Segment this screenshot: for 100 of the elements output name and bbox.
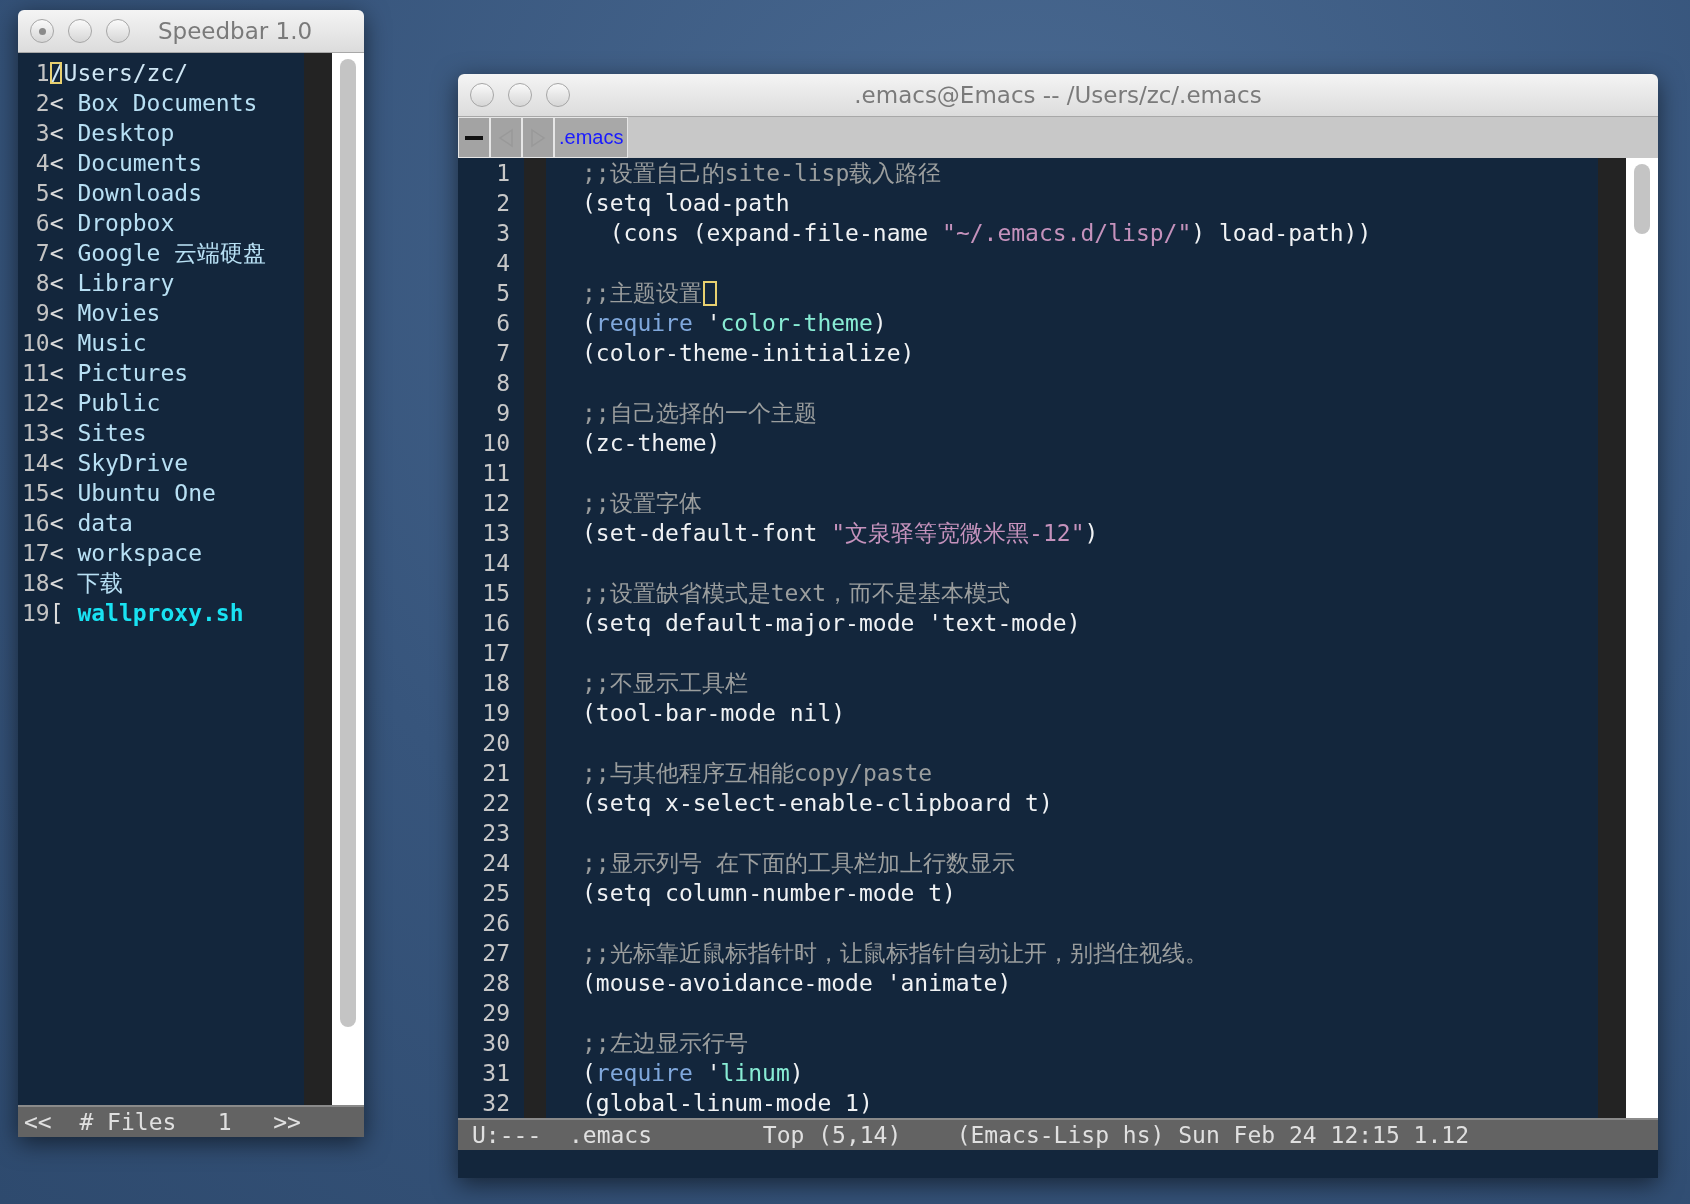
directory-entry[interactable]: SkyDrive: [77, 448, 189, 478]
cursor-position: Top (5,14): [762, 1122, 902, 1148]
directory-entry[interactable]: Pictures: [77, 358, 189, 388]
directory-entry[interactable]: 下载: [77, 568, 124, 598]
line-number: 16: [481, 609, 510, 638]
directory-entry[interactable]: workspace: [77, 538, 202, 568]
line-number: 7: [495, 339, 510, 368]
code-comment: ;;左边显示行号: [582, 1029, 748, 1058]
expand-marker[interactable]: <: [49, 388, 78, 418]
line-number: 26: [481, 909, 510, 938]
close-button[interactable]: [30, 19, 54, 43]
expand-marker[interactable]: <: [49, 208, 78, 238]
scrollbar-thumb[interactable]: [1634, 164, 1650, 234]
code-comment: ;;与其他程序互相能copy/paste: [582, 759, 933, 788]
zoom-button[interactable]: [546, 83, 570, 107]
line-number: 8: [495, 369, 510, 398]
directory-entry[interactable]: Sites: [77, 418, 147, 448]
expand-marker[interactable]: <: [49, 568, 78, 598]
directory-entry[interactable]: Dropbox: [77, 208, 175, 238]
directory-entry[interactable]: Google 云端硬盘: [77, 238, 267, 268]
line-number: 17: [22, 539, 50, 568]
expand-marker[interactable]: <: [49, 328, 78, 358]
line-number: 17: [481, 639, 510, 668]
scroll-right-button[interactable]: [522, 117, 554, 158]
line-number: 11: [481, 459, 510, 488]
line-number: 8: [34, 269, 50, 298]
code-comment: ;;不显示工具栏: [582, 669, 748, 698]
scrollbar[interactable]: [332, 53, 364, 1105]
previous-button[interactable]: <<: [24, 1109, 52, 1135]
line-number: 15: [481, 579, 510, 608]
expand-marker[interactable]: <: [49, 478, 78, 508]
code-line: (setq x-select-enable-clipboard t): [582, 789, 1053, 818]
directory-entry[interactable]: Documents: [77, 148, 202, 178]
line-number: 21: [481, 759, 510, 788]
minimize-button[interactable]: [508, 83, 532, 107]
code-line: (cons (expand-file-name "~/.emacs.d/lisp/") load-path)): [608, 219, 1372, 248]
code-line: (setq column-number-mode t): [582, 879, 956, 908]
line-number: 30: [481, 1029, 510, 1058]
line-number: 13: [22, 419, 50, 448]
code-line: (tool-bar-mode nil): [582, 699, 846, 728]
code-comment: ;;设置自己的site-lisp载入路径: [582, 159, 942, 188]
line-number: 2: [495, 189, 510, 218]
code-comment: ;;显示列号 在下面的工具栏加上行数显示: [582, 849, 1015, 878]
expand-marker[interactable]: <: [49, 268, 78, 298]
line-number: 11: [22, 359, 50, 388]
line-number: 1: [495, 159, 510, 188]
close-button[interactable]: [470, 83, 494, 107]
line-number: 18: [22, 569, 50, 598]
file-entry[interactable]: wallproxy.sh: [77, 598, 244, 628]
line-number: 9: [495, 399, 510, 428]
expand-marker[interactable]: <: [49, 358, 78, 388]
directory-entry[interactable]: Ubuntu One: [77, 478, 216, 508]
expand-marker[interactable]: <: [49, 538, 78, 568]
expand-marker[interactable]: <: [49, 88, 78, 118]
line-number: 5: [495, 279, 510, 308]
expand-marker[interactable]: <: [49, 418, 78, 448]
directory-entry[interactable]: Library: [77, 268, 175, 298]
line-number: 31: [481, 1059, 510, 1088]
directory-entry[interactable]: Movies: [77, 298, 161, 328]
line-number: 28: [481, 969, 510, 998]
line-number: 13: [481, 519, 510, 548]
directory-entry[interactable]: Music: [77, 328, 147, 358]
expand-marker[interactable]: <: [49, 148, 78, 178]
mode-label: # Files: [79, 1109, 177, 1135]
directory-entry[interactable]: data: [77, 508, 133, 538]
next-button[interactable]: >>: [273, 1109, 301, 1135]
expand-marker[interactable]: [: [49, 598, 78, 628]
expand-marker[interactable]: <: [49, 178, 78, 208]
zoom-button[interactable]: [106, 19, 130, 43]
expand-marker[interactable]: <: [49, 508, 78, 538]
line-number: 5: [34, 179, 50, 208]
line-number: 12: [481, 489, 510, 518]
line-number: 6: [495, 309, 510, 338]
minimize-button[interactable]: [68, 19, 92, 43]
scrollbar-thumb[interactable]: [340, 59, 356, 1027]
window-title: Speedbar 1.0: [158, 18, 313, 44]
line-number: 32: [481, 1089, 510, 1118]
collapse-button[interactable]: [458, 117, 490, 158]
code-line: (require 'linum): [582, 1059, 804, 1088]
code-comment: ;;主题设置: [582, 279, 702, 308]
directory-entry[interactable]: Box Documents: [77, 88, 258, 118]
line-number: 19: [22, 599, 50, 628]
directory-entry[interactable]: Desktop: [77, 118, 175, 148]
line-number: 9: [34, 299, 50, 328]
line-number: 7: [34, 239, 50, 268]
code-line: (global-linum-mode 1): [582, 1089, 873, 1118]
code-comment: ;;光标靠近鼠标指针时，让鼠标指针自动让开，别挡住视线。: [582, 939, 1208, 968]
expand-marker[interactable]: <: [49, 448, 78, 478]
code-line: (setq load-path: [582, 189, 790, 218]
scrollbar[interactable]: [1626, 158, 1658, 1118]
directory-entry[interactable]: Downloads: [77, 178, 202, 208]
line-number: 4: [495, 249, 510, 278]
code-line: (zc-theme): [582, 429, 721, 458]
window-title: .emacs@Emacs -- /Users/zc/.emacs: [853, 82, 1263, 108]
expand-marker[interactable]: <: [49, 118, 78, 148]
directory-entry[interactable]: Public: [77, 388, 161, 418]
line-number: 3: [495, 219, 510, 248]
expand-marker[interactable]: <: [49, 238, 78, 268]
code-line: (mouse-avoidance-mode 'animate): [582, 969, 1012, 998]
expand-marker[interactable]: <: [49, 298, 78, 328]
